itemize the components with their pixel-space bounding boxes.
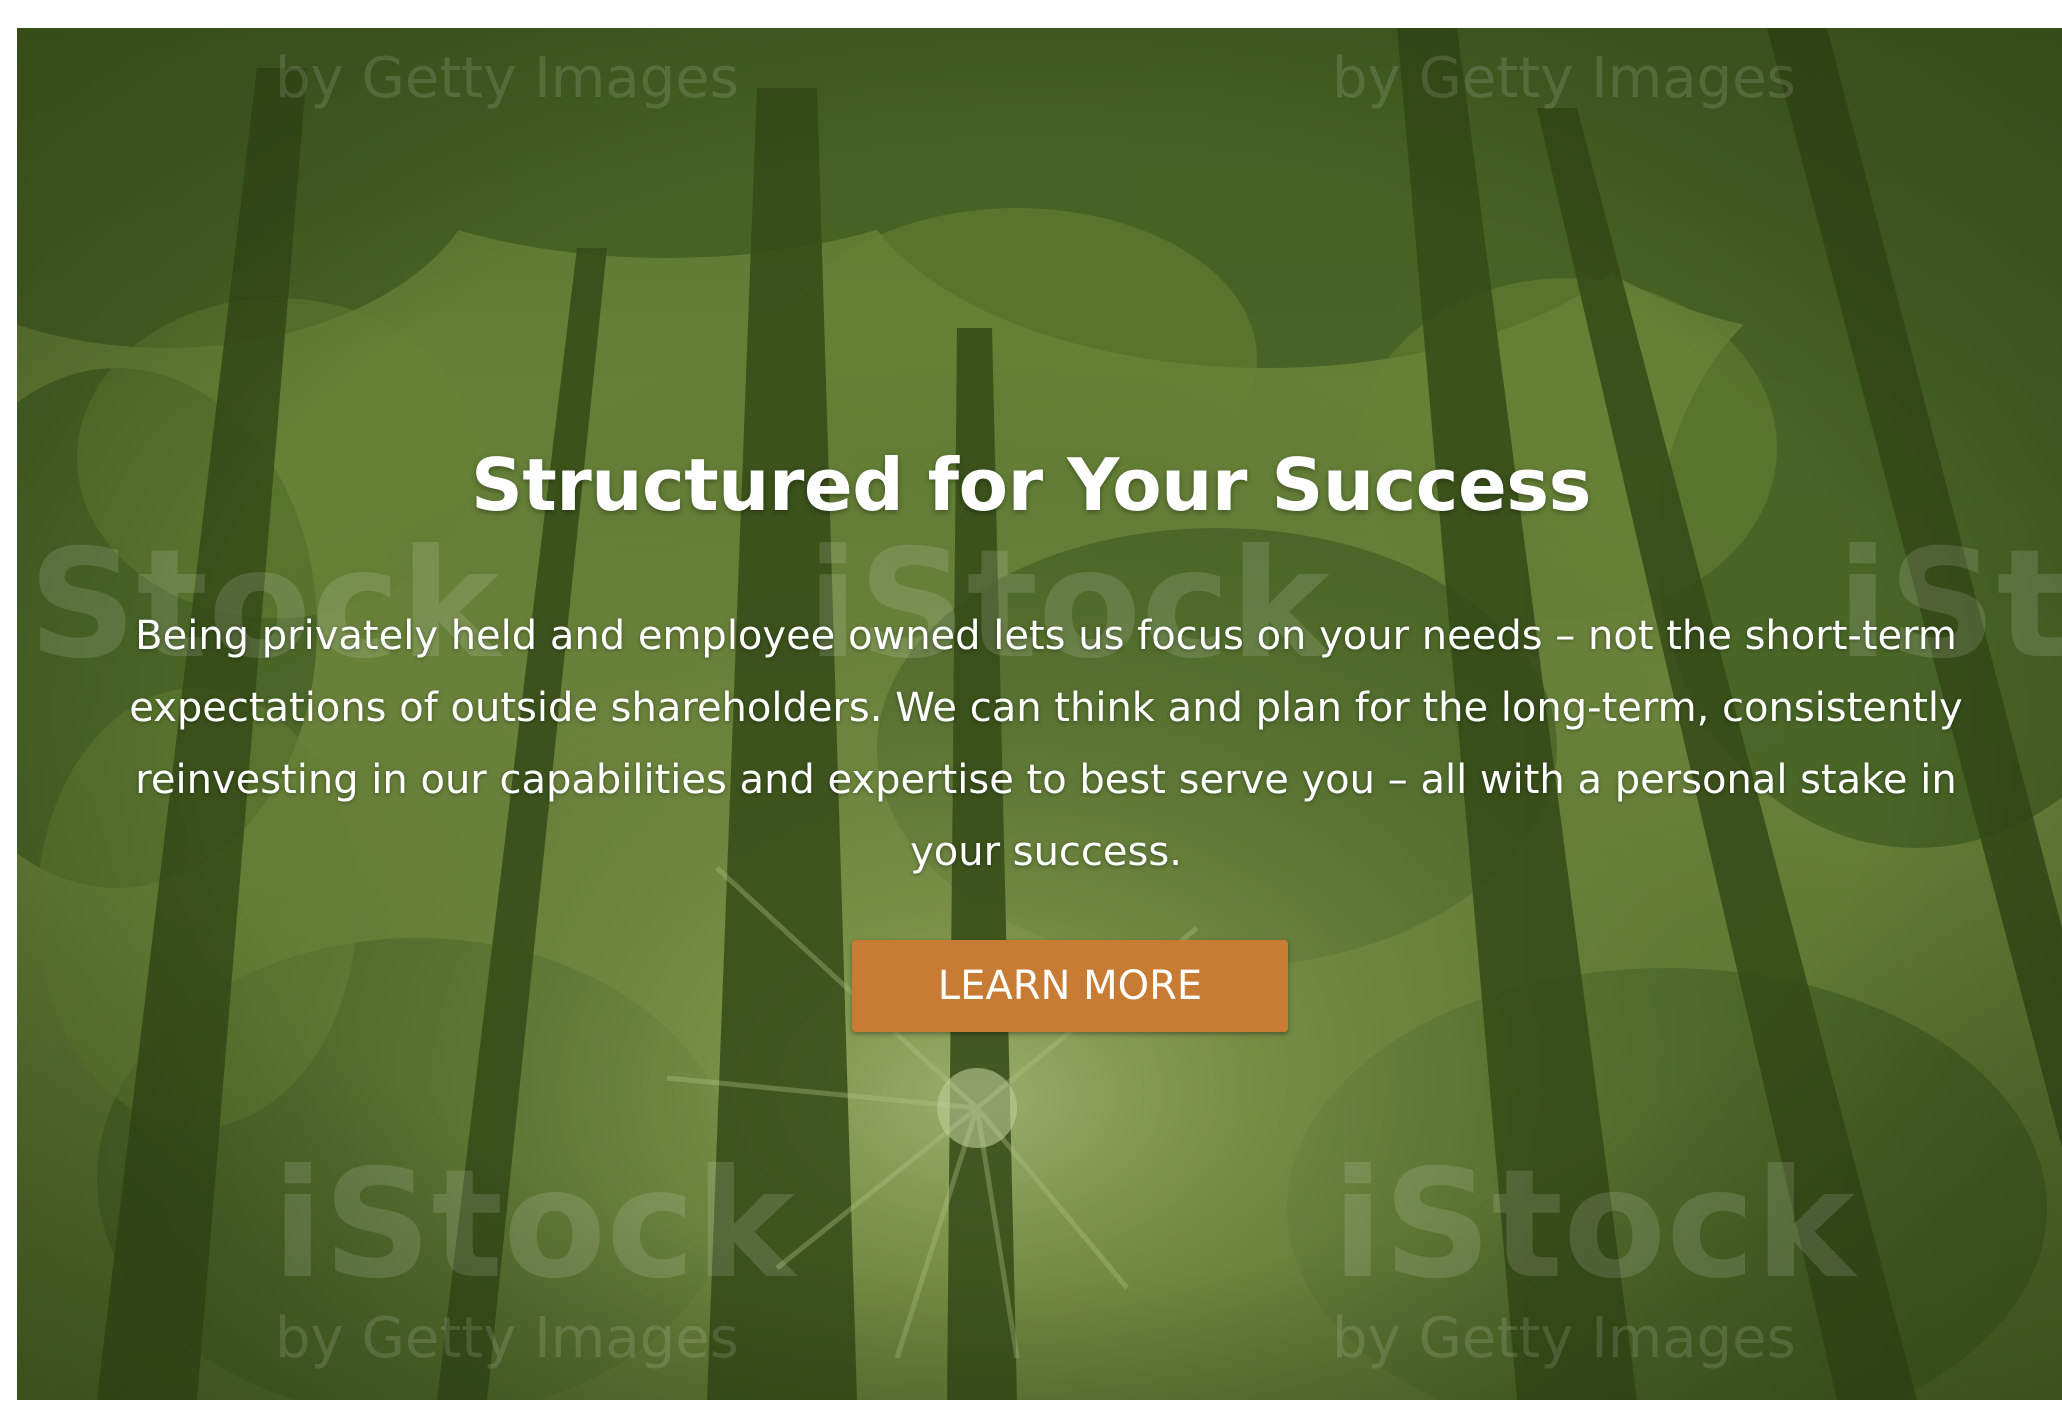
learn-more-button[interactable]: LEARN MORE: [852, 940, 1288, 1032]
hero-content: Structured for Your Success Being privat…: [17, 28, 2062, 1400]
hero-section: by Getty Images by Getty Images iStock i…: [17, 28, 2062, 1400]
hero-description: Being privately held and employee owned …: [129, 613, 1963, 875]
page: by Getty Images by Getty Images iStock i…: [0, 0, 2062, 1402]
hero-title: Structured for Your Success: [470, 443, 1592, 527]
